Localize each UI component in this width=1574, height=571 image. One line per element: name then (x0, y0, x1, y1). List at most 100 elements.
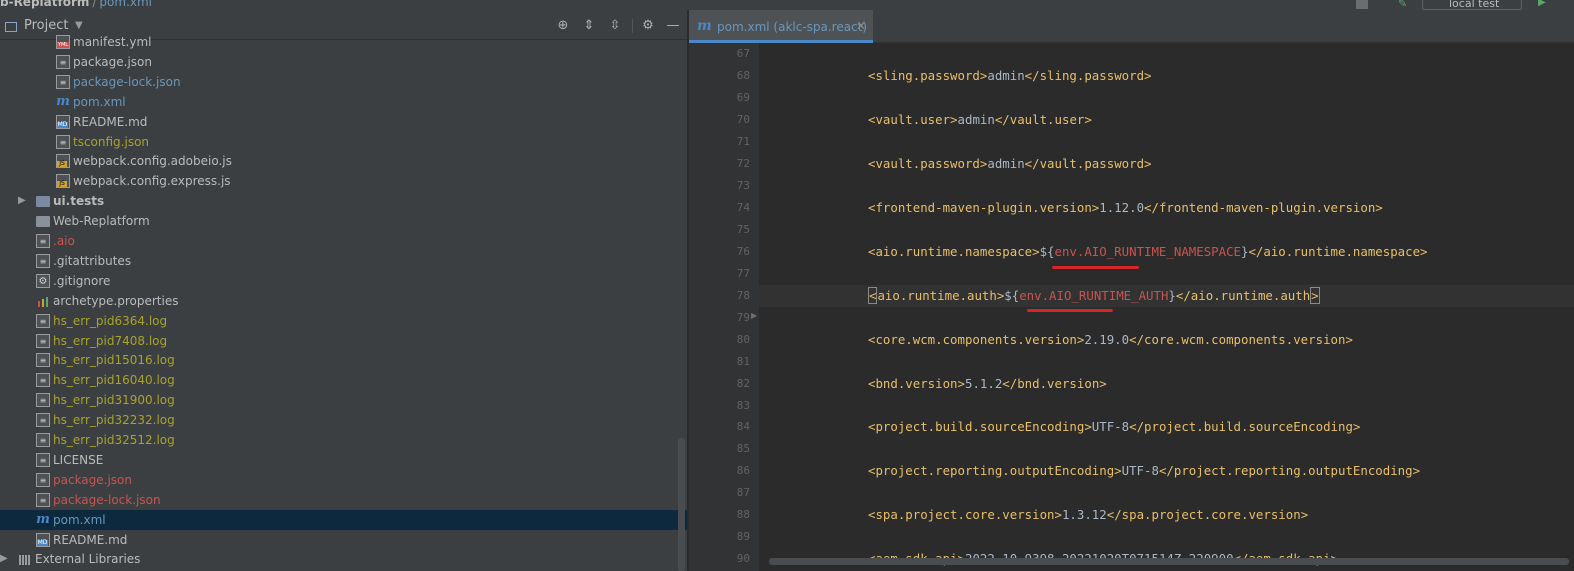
line-number: 86 (736, 464, 750, 478)
xml-tag-token: </bnd.version> (1002, 375, 1107, 391)
line-number: 87 (736, 486, 750, 500)
expand-all-icon[interactable]: ⇕ (582, 19, 596, 33)
user-icon[interactable] (1356, 0, 1368, 9)
log-file-icon: ≡ (36, 313, 50, 328)
tree-item-label: manifest.yml (73, 35, 152, 49)
tree-item-label: package-lock.json (73, 74, 181, 89)
tree-item[interactable]: ≡ hs_err_pid15016.log (0, 350, 687, 370)
line-number: 81 (736, 354, 750, 368)
chevron-down-icon[interactable]: ▼ (75, 20, 83, 31)
tab-pom-xml[interactable]: m pom.xml (aklc-spa.react) ✕ (689, 10, 873, 43)
code-line: <sling.password>admin</sling.password> (868, 65, 1152, 87)
run-configuration-label: local test (1449, 0, 1500, 10)
text-token: 1.12.0 (1099, 199, 1145, 215)
tree-item[interactable]: ≡ hs_err_pid7408.log (0, 331, 687, 351)
libraries-icon (18, 552, 32, 566)
code-line: <aio.runtime.auth>${env.AIO_RUNTIME_AUTH… (868, 285, 1320, 307)
close-icon[interactable]: ✕ (856, 19, 866, 33)
chevron-right-icon[interactable]: ▶ (18, 191, 26, 211)
tree-item[interactable]: ≡ LICENSE (0, 450, 687, 470)
tree-item[interactable]: ≡ tsconfig.json (0, 132, 687, 152)
tab-label: pom.xml (aklc-spa.react) (717, 20, 868, 34)
tree-item[interactable]: ≡ package.json (0, 470, 687, 490)
module-folder-icon (36, 196, 50, 208)
tree-item[interactable]: m pom.xml (0, 509, 687, 530)
env-variable-token: env.AIO_RUNTIME_NAMESPACE (1054, 243, 1242, 259)
project-tree[interactable]: manifest.yml≡package.json≡package-lock.j… (0, 35, 687, 571)
header-divider (632, 19, 633, 33)
tree-item[interactable]: README.md (0, 530, 687, 550)
line-number: 79 (736, 310, 750, 324)
tree-item[interactable]: ≡ hs_err_pid32512.log (0, 430, 687, 450)
tree-item-label: hs_err_pid6364.log (53, 313, 168, 328)
xml-tag-token: </vault.user> (994, 111, 1092, 127)
tree-item[interactable]: webpack.config.adobeio.js (0, 151, 687, 171)
gear-icon[interactable]: ⚙ (641, 19, 655, 33)
line-number: 83 (736, 398, 750, 412)
tree-item[interactable]: ≡ package-lock.json (0, 72, 687, 92)
project-panel: Project ▼ ⊕ ⇕ ⇳ ⚙ — manifest.yml≡package… (0, 10, 687, 571)
tree-item-label: .gitignore (53, 273, 111, 288)
editor-horizontal-scrollbar[interactable] (769, 558, 1569, 565)
build-hammer-icon[interactable]: ✎ (1398, 0, 1410, 10)
xml-tag-token: <vault.user> (868, 111, 958, 127)
tree-item[interactable]: ≡ hs_err_pid6364.log (0, 311, 687, 331)
text-token: 2.19.0 (1084, 331, 1130, 347)
xml-tag-token: </frontend-maven-plugin.version> (1144, 199, 1383, 215)
text-token: admin (987, 67, 1025, 83)
xml-tag-token: > (1310, 286, 1320, 304)
tree-item[interactable]: ▶ External Libraries (0, 549, 687, 569)
line-number: 88 (736, 508, 750, 522)
tree-item[interactable]: ≡ .gitattributes (0, 251, 687, 271)
fold-marker-icon[interactable]: ▶ (751, 311, 757, 320)
locate-icon[interactable]: ⊕ (556, 19, 570, 33)
js-file-icon (56, 154, 70, 169)
project-panel-title[interactable]: Project (24, 18, 68, 33)
tree-item[interactable]: manifest.yml (0, 32, 687, 52)
line-number: 90 (736, 552, 750, 566)
tree-item[interactable]: ⚙ .gitignore (0, 271, 687, 291)
line-number: 82 (736, 376, 750, 390)
tree-item[interactable]: archetype.properties (0, 291, 687, 311)
breadcrumb-file[interactable]: pom.xml (99, 0, 152, 9)
markdown-file-icon (36, 532, 50, 547)
hide-panel-icon[interactable]: — (666, 19, 680, 33)
tree-item[interactable]: ≡ hs_err_pid32232.log (0, 410, 687, 430)
tree-item[interactable]: ≡ package.json (0, 52, 687, 72)
tree-item[interactable]: ▶ ui.tests (0, 191, 687, 211)
xml-tag-token: <project.build.sourceEncoding> (868, 419, 1092, 435)
tree-item-label: .aio (53, 234, 75, 248)
line-number: 71 (736, 134, 750, 148)
line-number: 84 (736, 420, 750, 434)
tree-item[interactable]: Web-Replatform (0, 211, 687, 231)
json-file-icon: ≡ (56, 134, 70, 149)
log-file-icon: ≡ (36, 373, 50, 388)
xml-tag-token: </aio.runtime.auth (1175, 287, 1311, 303)
tree-item-label: hs_err_pid15016.log (53, 353, 175, 368)
code-editor[interactable]: <sling.password>admin</sling.password> <v… (759, 43, 1574, 571)
tree-item-label: package-lock.json (53, 492, 161, 507)
log-file-icon: ≡ (36, 393, 50, 408)
gear-file-icon: ⚙ (36, 273, 50, 288)
run-icon[interactable]: ▶ (1538, 0, 1550, 9)
breadcrumb-project[interactable]: b-Replatform (0, 0, 89, 9)
xml-tag-token: </spa.project.core.version> (1106, 507, 1309, 523)
tree-item[interactable]: README.md (0, 112, 687, 132)
text-file-icon: ≡ (36, 234, 50, 248)
navigation-bar: b-Replatform / pom.xml ✎ local test ▶ (0, 0, 1574, 10)
tree-item[interactable]: m pom.xml (0, 92, 687, 112)
collapse-all-icon[interactable]: ⇳ (608, 19, 622, 33)
run-configuration-select[interactable]: local test (1422, 0, 1522, 10)
tree-item[interactable]: ≡ hs_err_pid16040.log (0, 370, 687, 390)
tree-item-label: .gitattributes (53, 253, 132, 268)
chevron-right-icon[interactable]: ▶ (0, 549, 8, 569)
tree-item[interactable]: ≡ hs_err_pid31900.log (0, 390, 687, 410)
tree-item-label: LICENSE (53, 452, 104, 467)
project-tree-scrollbar[interactable] (678, 438, 685, 571)
text-token: UTF-8 (1091, 419, 1130, 435)
tree-item[interactable]: ≡ package-lock.json (0, 490, 687, 510)
tree-item-label: External Libraries (35, 552, 141, 567)
text-token: UTF-8 (1121, 463, 1159, 479)
tree-item[interactable]: ≡ .aio (0, 231, 687, 251)
tree-item[interactable]: webpack.config.express.js (0, 171, 687, 191)
